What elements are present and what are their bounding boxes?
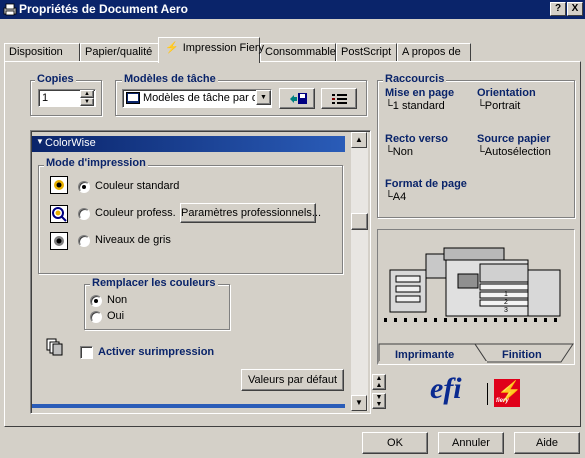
grayscale-icon [50, 232, 68, 250]
tab-label: Impression Fiery [182, 42, 264, 54]
printer-app-icon [3, 3, 17, 16]
help-button[interactable]: Aide [514, 432, 580, 454]
shortcut-source-papier-value: └Autosélection [477, 146, 551, 158]
spin-down-icon[interactable]: ▼ [80, 98, 94, 106]
tree-corner-icon: └ [477, 146, 485, 158]
shortcut-mise-en-page-label: Mise en page [385, 87, 455, 99]
colorwise-footer-bar [32, 404, 345, 408]
color-standard-icon [50, 176, 68, 194]
shortcut-orientation-label: Orientation [477, 87, 536, 99]
scroll-down-icon[interactable]: ▼ [351, 395, 367, 411]
tree-corner-icon: └ [385, 100, 393, 112]
pro-params-button[interactable]: Paramètres professionnels... [180, 203, 321, 223]
template-icon [126, 92, 140, 104]
shortcut-source-papier-label: Source papier [477, 133, 551, 145]
radio-couleur-profess[interactable] [78, 208, 90, 220]
save-template-button[interactable] [279, 88, 315, 109]
radio-niveaux-de-gris[interactable] [78, 235, 90, 247]
copies-value: 1 [42, 92, 49, 104]
page-up-icon[interactable]: ▲ ▲ [372, 374, 386, 390]
save-template-icon [290, 93, 307, 104]
shortcut-recto-verso-label: Recto verso [385, 133, 448, 145]
list-icon [332, 94, 347, 104]
scrollbar-track[interactable] [351, 132, 368, 411]
spin-up-icon[interactable]: ▲ [80, 90, 94, 98]
manage-templates-button[interactable] [321, 88, 357, 109]
logo-divider [487, 383, 488, 405]
radio-remplacer-oui[interactable] [90, 311, 102, 323]
scrollbar-thumb[interactable] [351, 213, 368, 230]
chevron-down-icon[interactable]: ▼ [256, 90, 271, 105]
color-pro-icon [50, 205, 68, 223]
option-couleur-standard: Couleur standard [95, 180, 180, 192]
svg-text:3: 3 [504, 307, 508, 314]
radio-couleur-standard[interactable] [78, 181, 90, 193]
shortcut-recto-verso-value: └Non [385, 146, 413, 158]
cancel-button[interactable]: Annuler [438, 432, 504, 454]
defaults-button[interactable]: Valeurs par défaut [241, 369, 344, 391]
tree-corner-icon: └ [477, 100, 485, 112]
scroll-up-icon[interactable]: ▲ [351, 132, 367, 148]
tab-finition[interactable]: Finition [502, 349, 542, 361]
help-title-button[interactable]: ? [550, 2, 566, 16]
colorwise-title: ColorWise [45, 137, 96, 149]
option-couleur-profess: Couleur profess. [95, 207, 176, 219]
colorwise-header[interactable]: ▼ ColorWise [32, 136, 345, 152]
job-templates-label: Modèles de tâche [122, 73, 218, 85]
copies-label: Copies [35, 73, 76, 85]
copies-input[interactable]: 1 ▲ ▼ [38, 89, 96, 107]
overprint-checkbox[interactable] [80, 346, 93, 359]
job-template-value: Modèles de tâche par d [143, 92, 255, 104]
overprint-label: Activer surimpression [98, 346, 215, 358]
option-remplacer-non: Non [107, 294, 128, 306]
overprint-icon [46, 338, 63, 356]
shortcut-format-label: Format de page [385, 178, 467, 190]
shortcut-mise-en-page-value: └1 standard [385, 100, 445, 112]
title-bar: Propriétés de Document Aero ? X [0, 0, 585, 19]
tree-corner-icon: └ [385, 191, 393, 203]
svg-text:2: 2 [504, 299, 508, 306]
efi-logo: efi [430, 372, 462, 405]
job-template-select[interactable]: Modèles de tâche par d ▼ [122, 89, 272, 108]
tab-postscript[interactable]: PostScript [336, 43, 397, 62]
tab-a-propos[interactable]: A propos de [397, 43, 471, 62]
fiery-flash-icon: ⚡ [165, 42, 179, 54]
radio-remplacer-non[interactable] [90, 295, 102, 307]
tab-imprimante[interactable]: Imprimante [395, 349, 454, 361]
collapse-triangle-icon: ▼ [36, 137, 44, 146]
tab-impression-fiery[interactable]: ⚡ Impression Fiery [158, 37, 264, 63]
tab-papier-qualite[interactable]: Papier/qualité [80, 43, 160, 62]
ok-button[interactable]: OK [362, 432, 428, 454]
tab-disposition[interactable]: Disposition [4, 43, 80, 62]
close-title-button[interactable]: X [567, 2, 583, 16]
shortcut-orientation-value: └Portrait [477, 100, 521, 112]
tab-consommables[interactable]: Consommables [260, 43, 341, 62]
page-down-icon[interactable]: ▼ ▼ [372, 393, 386, 409]
replace-colors-group [84, 284, 230, 330]
window-title: Propriétés de Document Aero [19, 2, 188, 16]
print-mode-label: Mode d'impression [44, 157, 148, 169]
tree-corner-icon: └ [385, 146, 393, 158]
fiery-logo: ⚡ fiery [494, 379, 522, 407]
option-remplacer-oui: Oui [107, 310, 125, 322]
svg-text:1: 1 [504, 291, 508, 298]
printer-illustration-icon: 1 2 3 [384, 247, 564, 322]
shortcuts-title: Raccourcis [383, 73, 447, 85]
shortcut-format-value: └A4 [385, 191, 407, 203]
replace-colors-label: Remplacer les couleurs [90, 277, 218, 289]
option-niveaux-de-gris: Niveaux de gris [95, 234, 171, 246]
